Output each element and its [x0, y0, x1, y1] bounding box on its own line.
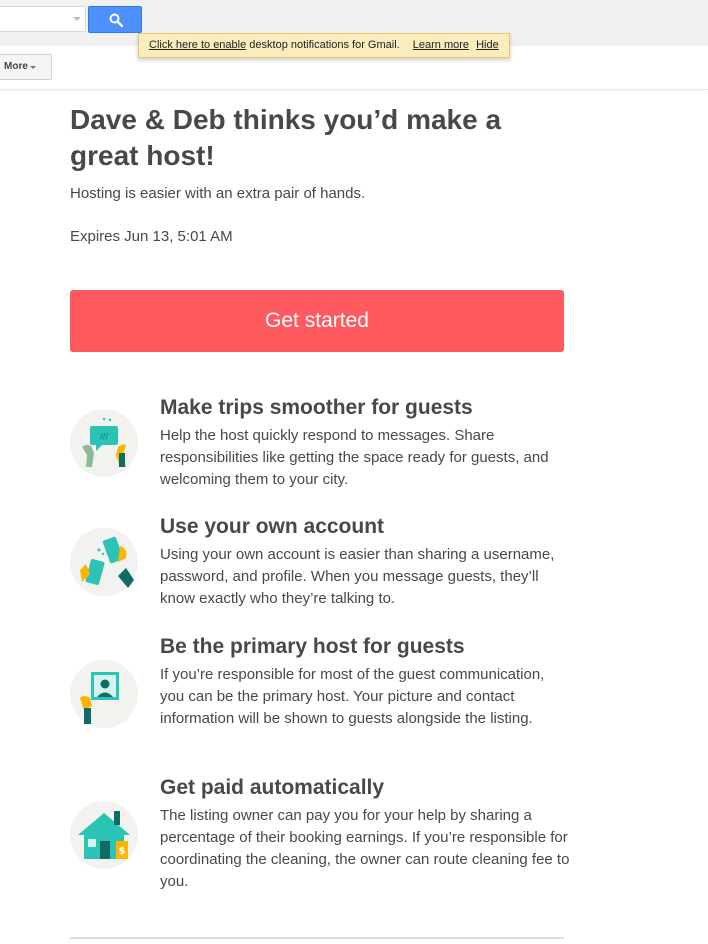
email-body: Dave & Deb thinks you’d make a great hos… — [0, 90, 708, 944]
phones-exchange-icon — [80, 536, 134, 588]
feature-title: Make trips smoother for guests — [160, 396, 473, 419]
feature-icon-circle — [70, 660, 138, 728]
enable-notifications-link[interactable]: Click here to enable — [149, 39, 246, 51]
feature-title: Get paid automatically — [160, 776, 385, 799]
section-divider — [70, 937, 564, 939]
feature-icon-circle — [70, 528, 138, 596]
feature-description: Using your own account is easier than sh… — [160, 546, 555, 607]
feature-description: If you’re responsible for most of the gu… — [160, 666, 545, 727]
learn-more-link[interactable]: Learn more — [413, 39, 469, 51]
search-options-dropdown-icon[interactable] — [73, 17, 81, 21]
svg-text:$: $ — [119, 846, 126, 857]
get-started-button[interactable]: Get started — [70, 290, 564, 352]
notification-message: desktop notifications for Gmail. — [249, 39, 400, 51]
notification-banner: Click here to enable desktop notificatio… — [138, 33, 510, 58]
search-button[interactable] — [88, 6, 142, 33]
more-button-label: More — [4, 61, 28, 72]
feature-description: Help the host quickly respond to message… — [160, 427, 549, 488]
feature-title: Use your own account — [160, 515, 385, 538]
chat-bubble-hands-icon: /// — [82, 417, 126, 467]
chevron-down-icon — [30, 66, 36, 69]
feature-title: Be the primary host for guests — [160, 635, 465, 658]
hide-link[interactable]: Hide — [476, 39, 499, 51]
feature-icon-circle: /// — [70, 409, 138, 477]
email-headline: Dave & Deb thinks you’d make a great hos… — [70, 104, 502, 171]
feature-description: The listing owner can pay you for your h… — [160, 807, 570, 890]
feature-icon-circle: $ — [70, 801, 138, 869]
search-icon — [109, 13, 123, 27]
search-input[interactable] — [0, 6, 86, 32]
svg-text:///: /// — [100, 432, 108, 441]
expiration-text: Expires Jun 13, 5:01 AM — [70, 228, 233, 245]
email-subtitle: Hosting is easier with an extra pair of … — [70, 185, 366, 202]
more-button[interactable]: More — [0, 54, 52, 80]
house-payment-icon: $ — [78, 811, 130, 859]
profile-picture-icon — [80, 672, 119, 724]
